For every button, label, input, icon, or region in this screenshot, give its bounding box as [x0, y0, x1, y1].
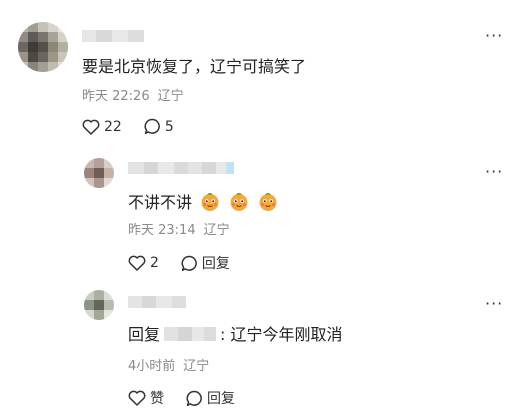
like-count: 22	[104, 118, 122, 135]
heart-outline-icon	[128, 390, 146, 406]
comment-time: 昨天 23:14	[128, 223, 196, 238]
reply-label: 回复	[207, 391, 235, 407]
reply-item: ··· 不讲不讲 昨天 23:14 辽宁 2 回复	[0, 150, 519, 282]
heart-outline-icon	[82, 119, 100, 135]
mentioned-username-redacted[interactable]	[164, 327, 217, 341]
avatar[interactable]	[18, 22, 68, 72]
username-redacted[interactable]	[128, 162, 234, 174]
heart-outline-icon	[128, 255, 146, 271]
more-menu-button[interactable]: ···	[485, 28, 503, 44]
reply-button[interactable]: 回复	[186, 388, 235, 408]
reply-count: 5	[164, 118, 174, 135]
reply-label: 回复	[201, 256, 230, 272]
comment-bubble-icon	[186, 390, 202, 406]
comment-meta: 昨天 23:14 辽宁	[128, 222, 238, 240]
avatar[interactable]	[84, 158, 114, 188]
reply-item: ··· 回复 : 辽宁今年刚取消 4小时前 辽宁 赞 回复	[0, 282, 519, 416]
orange-smiley-emoji-icon	[259, 193, 277, 211]
more-menu-button[interactable]: ···	[485, 296, 503, 312]
like-count: 2	[150, 255, 159, 271]
comment-time: 4小时前	[128, 359, 176, 374]
username-redacted[interactable]	[82, 30, 144, 42]
comment-text: 回复 : 辽宁今年刚取消	[128, 324, 343, 346]
comment-time: 昨天 22:26	[82, 89, 150, 104]
reply-button[interactable]: 5	[144, 118, 174, 135]
reply-prefix: 回复	[128, 325, 161, 344]
like-label: 赞	[150, 391, 164, 407]
comment-text-body: : 辽宁今年刚取消	[220, 325, 343, 344]
like-button[interactable]: 2	[128, 255, 159, 271]
like-button[interactable]: 赞	[128, 388, 164, 408]
comment-location: 辽宁	[157, 89, 184, 104]
username-redacted[interactable]	[128, 296, 186, 308]
orange-smiley-emoji-icon	[230, 193, 248, 211]
comment-text: 要是北京恢复了，辽宁可搞笑了	[82, 57, 307, 76]
comment-location: 辽宁	[203, 223, 230, 238]
more-menu-button[interactable]: ···	[485, 164, 503, 180]
comment-meta: 4小时前 辽宁	[128, 358, 217, 376]
comment-text-body: 不讲不讲	[128, 193, 193, 212]
comment-actions: 2 回复	[128, 253, 252, 273]
comment-text: 不讲不讲	[128, 190, 279, 214]
orange-smiley-emoji-icon	[201, 193, 219, 211]
comment-actions: 赞 回复	[128, 388, 257, 408]
reply-button[interactable]: 回复	[181, 253, 230, 273]
like-button[interactable]: 22	[82, 119, 122, 135]
comment-actions: 22 5	[82, 118, 196, 135]
comment-bubble-icon	[181, 255, 197, 271]
comment-bubble-icon	[144, 118, 160, 135]
comment-location: 辽宁	[183, 359, 210, 374]
comment-meta: 昨天 22:26 辽宁	[82, 88, 192, 106]
comment-item: ··· 要是北京恢复了，辽宁可搞笑了 昨天 22:26 辽宁 22 5	[0, 0, 519, 150]
avatar[interactable]	[84, 290, 114, 320]
